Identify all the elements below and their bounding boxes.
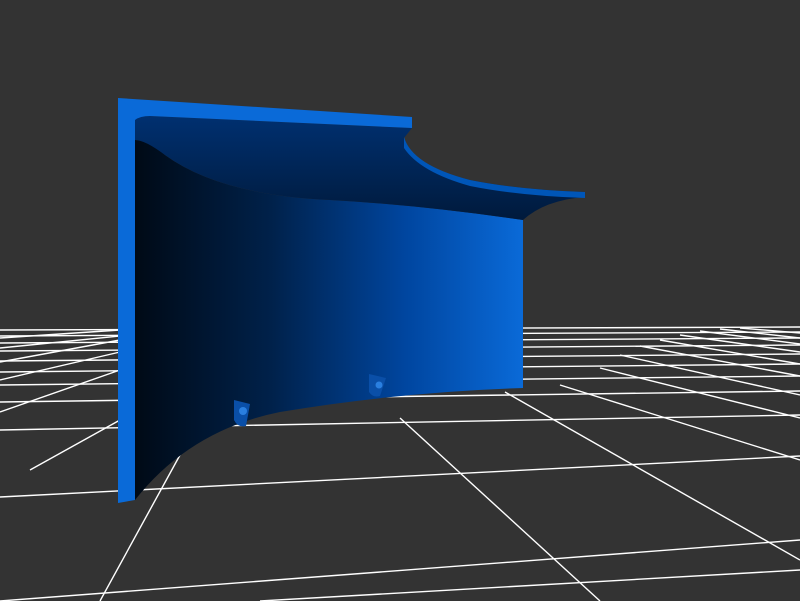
left-vertical-flange bbox=[118, 98, 135, 503]
3d-viewport[interactable] bbox=[0, 0, 800, 601]
bracket-model[interactable] bbox=[118, 98, 585, 503]
scene-canvas[interactable] bbox=[0, 0, 800, 601]
mounting-hole-left bbox=[234, 400, 250, 427]
